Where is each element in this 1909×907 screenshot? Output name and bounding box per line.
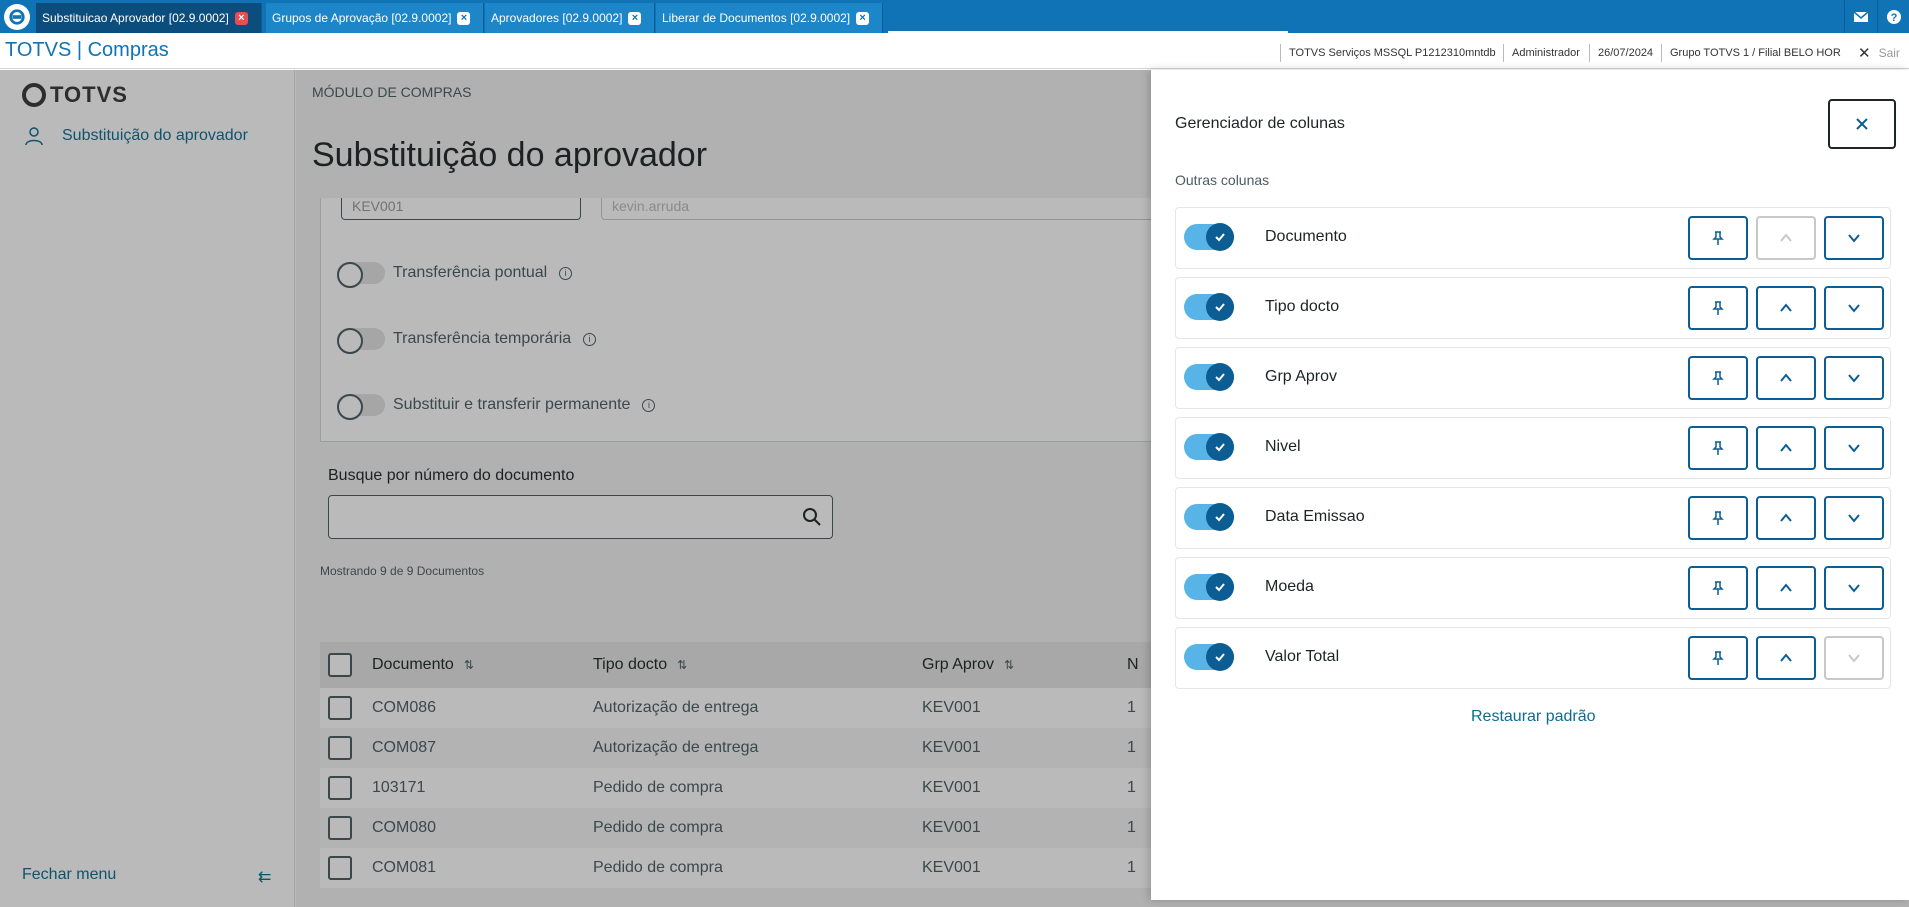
check-icon <box>1206 363 1234 391</box>
check-icon <box>1206 573 1234 601</box>
pin-button[interactable] <box>1688 636 1748 680</box>
mail-icon[interactable] <box>1844 0 1876 33</box>
logout-button[interactable]: ✕ Sair <box>1858 44 1900 62</box>
column-label: Documento <box>1265 228 1347 245</box>
chevron-up-icon <box>1778 650 1794 666</box>
move-up-button[interactable] <box>1756 566 1816 610</box>
chevron-down-icon <box>1846 370 1862 386</box>
column-label: Moeda <box>1265 578 1314 595</box>
pin-button[interactable] <box>1688 356 1748 400</box>
pin-icon <box>1710 510 1726 526</box>
pin-button[interactable] <box>1688 426 1748 470</box>
move-up-button[interactable] <box>1756 216 1816 260</box>
column-label: Grp Aprov <box>1265 368 1338 385</box>
server-info: TOTVS Serviços MSSQL P1212310mntdb <box>1280 44 1504 62</box>
move-up-button[interactable] <box>1756 426 1816 470</box>
pin-button[interactable] <box>1688 566 1748 610</box>
drawer-title: Gerenciador de colunas <box>1175 115 1345 132</box>
move-down-button[interactable] <box>1824 216 1884 260</box>
chevron-up-icon <box>1778 230 1794 246</box>
tab-label: Grupos de Aprovação [02.9.0002] <box>272 11 452 25</box>
chevron-down-icon <box>1846 440 1862 456</box>
tab-aprovadores[interactable]: Aprovadores [02.9.0002] × <box>485 3 655 33</box>
close-tab-icon[interactable]: × <box>856 11 870 25</box>
logout-label: Sair <box>1878 46 1900 60</box>
column-item: Moeda <box>1175 557 1891 619</box>
pin-icon <box>1710 370 1726 386</box>
pin-icon <box>1710 650 1726 666</box>
check-icon <box>1206 293 1234 321</box>
check-icon <box>1206 433 1234 461</box>
pin-button[interactable] <box>1688 286 1748 330</box>
svg-text:?: ? <box>1890 12 1897 24</box>
close-tab-icon[interactable]: × <box>628 11 642 25</box>
move-down-button[interactable] <box>1824 356 1884 400</box>
pin-button[interactable] <box>1688 496 1748 540</box>
close-icon <box>1856 118 1868 130</box>
chevron-down-icon <box>1846 510 1862 526</box>
move-up-button[interactable] <box>1756 496 1816 540</box>
pin-icon <box>1710 440 1726 456</box>
chevron-down-icon <box>1846 580 1862 596</box>
tab-label: Liberar de Documentos [02.9.0002] <box>662 11 851 25</box>
check-icon <box>1206 503 1234 531</box>
pin-icon <box>1710 230 1726 246</box>
chevron-up-icon <box>1778 440 1794 456</box>
column-item: Tipo docto <box>1175 277 1891 339</box>
chevron-down-icon <box>1846 300 1862 316</box>
pin-icon <box>1710 300 1726 316</box>
restore-default-button[interactable]: Restaurar padrão <box>1471 708 1596 726</box>
move-down-button[interactable] <box>1824 566 1884 610</box>
chevron-up-icon <box>1778 300 1794 316</box>
tab-grupos-aprovacao[interactable]: Grupos de Aprovação [02.9.0002] × <box>266 3 484 33</box>
pin-button[interactable] <box>1688 216 1748 260</box>
chevron-down-icon <box>1846 230 1862 246</box>
section-label: Outras colunas <box>1175 172 1270 188</box>
move-down-button[interactable] <box>1824 636 1884 680</box>
tab-label: Aprovadores [02.9.0002] <box>491 11 623 25</box>
check-icon <box>1206 643 1234 671</box>
column-item: Nivel <box>1175 417 1891 479</box>
app-header: TOTVS | Compras TOTVS Serviços MSSQL P12… <box>0 33 1909 69</box>
pin-icon <box>1710 580 1726 596</box>
close-icon: ✕ <box>1858 45 1871 62</box>
help-icon[interactable]: ? <box>1877 0 1909 33</box>
chevron-down-icon <box>1846 650 1862 666</box>
move-up-button[interactable] <box>1756 286 1816 330</box>
column-label: Data Emissao <box>1265 508 1365 525</box>
move-down-button[interactable] <box>1824 496 1884 540</box>
app-title: TOTVS | Compras <box>5 39 169 61</box>
column-label: Nivel <box>1265 438 1301 455</box>
column-item: Documento <box>1175 207 1891 269</box>
tab-bar: Substituicao Aprovador [02.9.0002] × Gru… <box>0 0 1909 33</box>
close-tab-icon[interactable]: × <box>234 11 248 25</box>
chevron-up-icon <box>1778 510 1794 526</box>
chevron-up-icon <box>1778 580 1794 596</box>
column-item: Data Emissao <box>1175 487 1891 549</box>
column-label: Valor Total <box>1265 648 1340 665</box>
check-icon <box>1206 223 1234 251</box>
column-label: Tipo docto <box>1265 298 1340 315</box>
close-drawer-button[interactable] <box>1828 99 1896 149</box>
chevron-up-icon <box>1778 370 1794 386</box>
column-item: Valor Total <box>1175 627 1891 689</box>
move-down-button[interactable] <box>1824 286 1884 330</box>
column-item: Grp Aprov <box>1175 347 1891 409</box>
tab-liberar-documentos[interactable]: Liberar de Documentos [02.9.0002] × <box>656 3 883 33</box>
branch-info: Grupo TOTVS 1 / Filial BELO HOR <box>1661 44 1849 62</box>
move-down-button[interactable] <box>1824 426 1884 470</box>
user-info: Administrador <box>1503 44 1588 62</box>
tab-label: Substituicao Aprovador [02.9.0002] <box>42 11 229 25</box>
tab-substituicao-aprovador[interactable]: Substituicao Aprovador [02.9.0002] × <box>36 3 262 33</box>
column-manager-drawer: Gerenciador de colunas Outras colunas Do… <box>1151 70 1909 900</box>
date-info: 26/07/2024 <box>1589 44 1661 62</box>
protheus-logo-icon[interactable] <box>4 4 30 30</box>
close-tab-icon[interactable]: × <box>457 11 471 25</box>
move-up-button[interactable] <box>1756 356 1816 400</box>
move-up-button[interactable] <box>1756 636 1816 680</box>
